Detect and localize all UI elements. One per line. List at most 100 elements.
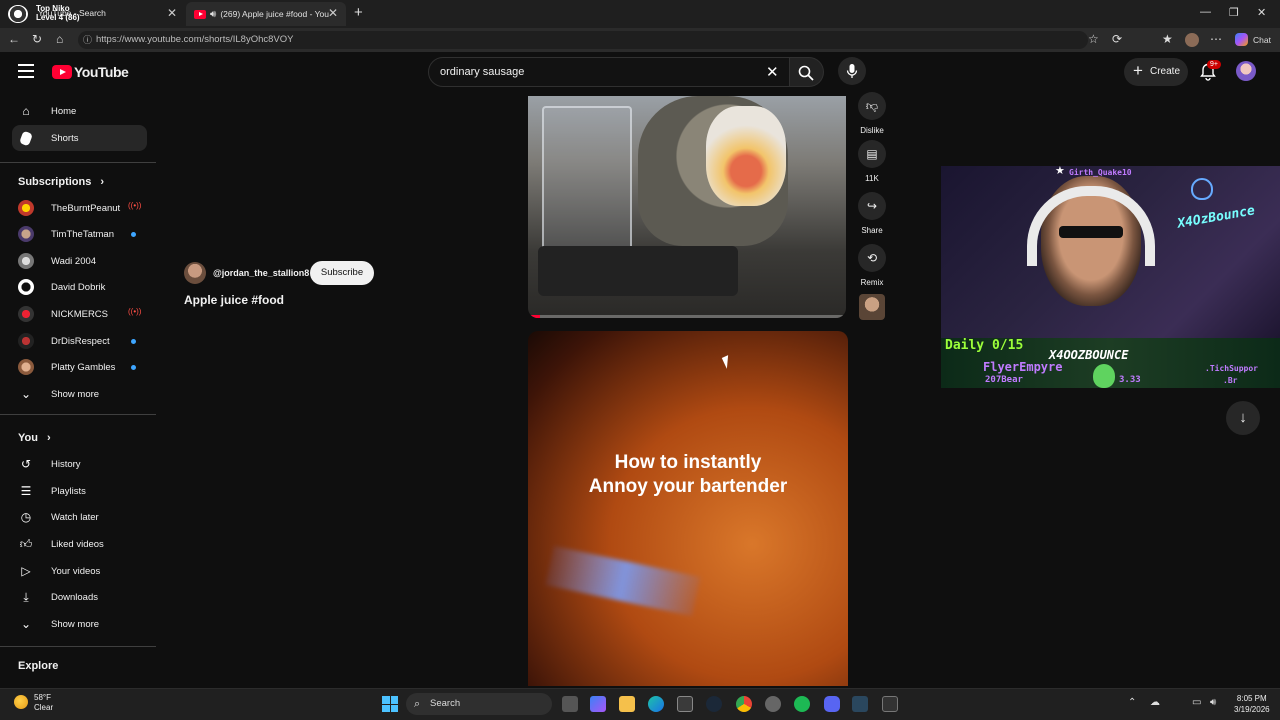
clear-search-icon[interactable]: ✕ [766,63,779,81]
sidebar-item-playlists[interactable]: ☰ Playlists [12,478,147,504]
steam-active-icon[interactable] [852,696,868,712]
copilot-app-icon[interactable] [590,696,606,712]
reload-icon[interactable]: ↻ [32,32,42,46]
info-icon: ⓘ [83,35,93,45]
game-overlay-icon [8,5,28,23]
video-progress-bar[interactable] [528,315,846,318]
search-button[interactable] [790,57,824,87]
discord-icon[interactable] [824,696,840,712]
youtube-logo[interactable]: YouTube [52,64,129,80]
tab-youtube-search[interactable]: YouTube - Search Top Niko Level 4 (86) ✕ [0,2,185,26]
start-button[interactable] [382,696,398,712]
close-window-icon[interactable]: ✕ [1257,6,1266,19]
show-more-subscriptions[interactable]: ⌄ Show more [12,381,147,407]
subscription-timthetatman[interactable]: TimTheTatman [12,221,147,247]
more-icon[interactable]: ⋯ [1210,32,1222,46]
steam-icon[interactable] [706,696,722,712]
next-short-button[interactable]: ↓ [1226,401,1260,435]
create-button[interactable]: + Create [1124,58,1188,86]
sidebar-item-shorts[interactable]: Shorts [12,125,147,151]
windows-taskbar [0,688,1280,720]
subscription-david-dobrik[interactable]: David Dobrik [12,274,147,300]
dislike-action[interactable]: 👎︎ Dislike [858,92,886,135]
system-clock[interactable]: 8:05 PM 3/19/2026 [1234,693,1270,715]
subscription-drdisrespect[interactable]: DrDisRespect [12,328,147,354]
subscription-theburntpeanut[interactable]: TheBurntPeanut ((•)) [12,195,147,221]
subscribe-button[interactable]: Subscribe [310,261,374,285]
short-title[interactable]: Apple juice #food [184,293,284,307]
home-browser-icon[interactable]: ⌂ [56,32,63,46]
download-icon: ⤓ [23,589,29,604]
edge-icon[interactable] [648,696,664,712]
sound-thumbnail[interactable] [859,294,885,320]
search-input[interactable]: ordinary sausage [428,57,790,87]
sidebar-item-history[interactable]: ↺ History [12,451,147,477]
taskbar-search[interactable]: ⌕ Search [406,693,552,715]
profile-icon[interactable] [1185,33,1199,47]
task-view-icon[interactable] [562,696,578,712]
tray-chevron-icon[interactable]: ⌃ [1128,697,1136,708]
network-icon[interactable]: ▭ [1192,697,1201,708]
weather-icon[interactable] [14,695,28,709]
spotify-icon[interactable] [794,696,810,712]
like-icon: 👍︎ [19,536,33,551]
chevron-right-icon: › [47,432,51,444]
volume-icon[interactable]: 🔊︎ [1210,697,1216,708]
onedrive-icon[interactable]: ☁ [1150,697,1160,708]
chat-label[interactable]: Chat [1253,35,1271,45]
star-icon: ★ [1055,166,1065,177]
file-explorer-icon[interactable] [619,696,635,712]
chrome-icon[interactable] [736,696,752,712]
favorite-icon[interactable]: ☆ [1088,32,1099,46]
youtube-play-icon [52,65,72,79]
next-short-video[interactable]: How to instantly Annoy your bartender [528,331,848,686]
tab-apple-juice[interactable]: 🔊︎ (269) Apple juice #food - You ✕ [186,2,346,26]
store-icon[interactable] [677,696,693,712]
voice-search-button[interactable] [838,57,866,85]
sidebar-item-downloads[interactable]: ⤓ Downloads [12,584,147,610]
menu-icon[interactable] [18,64,34,78]
new-content-dot [131,232,136,237]
minimize-icon[interactable]: — [1200,6,1211,18]
sidebar-item-your-videos[interactable]: ▷ Your videos [12,558,147,584]
search-icon [798,65,814,81]
remix-action[interactable]: ⟲ Remix [858,244,886,287]
address-bar[interactable]: ⓘ https://www.youtube.com/shorts/IL8yOhc… [78,31,1088,49]
arrow-down-icon: ↓ [1239,409,1247,426]
subscription-wadi-2004[interactable]: Wadi 2004 [12,248,147,274]
channel-name[interactable]: @jordan_the_stallion8 [213,268,309,278]
close-tab-icon[interactable]: ✕ [167,6,177,20]
sidebar-item-liked-videos[interactable]: 👍︎ Liked videos [12,531,147,557]
subscription-nickmercs[interactable]: NICKMERCS ((•)) [12,301,147,327]
show-more-you[interactable]: ⌄ Show more [12,611,147,637]
speaker-icon[interactable]: 🔊︎ [210,9,216,20]
channel-avatar [18,200,34,216]
sidebar-item-home[interactable]: ⌂ Home [12,98,147,124]
app-icon[interactable] [765,696,781,712]
account-avatar[interactable] [1236,61,1256,81]
you-heading[interactable]: You › [18,432,51,444]
copilot-icon[interactable] [1235,33,1248,46]
subscriptions-heading[interactable]: Subscriptions › [18,176,104,188]
share-action[interactable]: ↪ Share [858,192,886,235]
sidebar-item-watch-later[interactable]: ◷ Watch later [12,504,147,530]
channel-avatar [18,279,34,295]
maximize-icon[interactable]: ❐ [1229,6,1239,19]
ticker-text-1: .TichSuppor [1205,364,1258,373]
comments-action[interactable]: ▤ 11K [858,140,886,183]
subscription-platty-gambles[interactable]: Platty Gambles [12,354,147,380]
sponsor-name: FlyerEmpyre [983,360,1063,374]
playlists-icon: ☰ [20,484,32,498]
channel-avatar[interactable] [184,262,206,284]
browser-tab-strip: YouTube - Search Top Niko Level 4 (86) ✕ … [0,0,1280,28]
extensions-icon[interactable]: ⟳ [1112,32,1122,46]
history-icon: ↺ [20,457,32,471]
close-tab-icon[interactable]: ✕ [328,6,338,20]
short-video-player[interactable] [528,96,846,318]
weather-widget[interactable]: 58°F Clear [34,693,53,713]
xbox-icon[interactable] [882,696,898,712]
clock-icon: ◷ [20,510,32,524]
favorites-bar-icon[interactable]: ★ [1162,32,1173,46]
back-icon[interactable]: ← [8,32,20,46]
new-tab-button[interactable]: + [354,4,363,21]
